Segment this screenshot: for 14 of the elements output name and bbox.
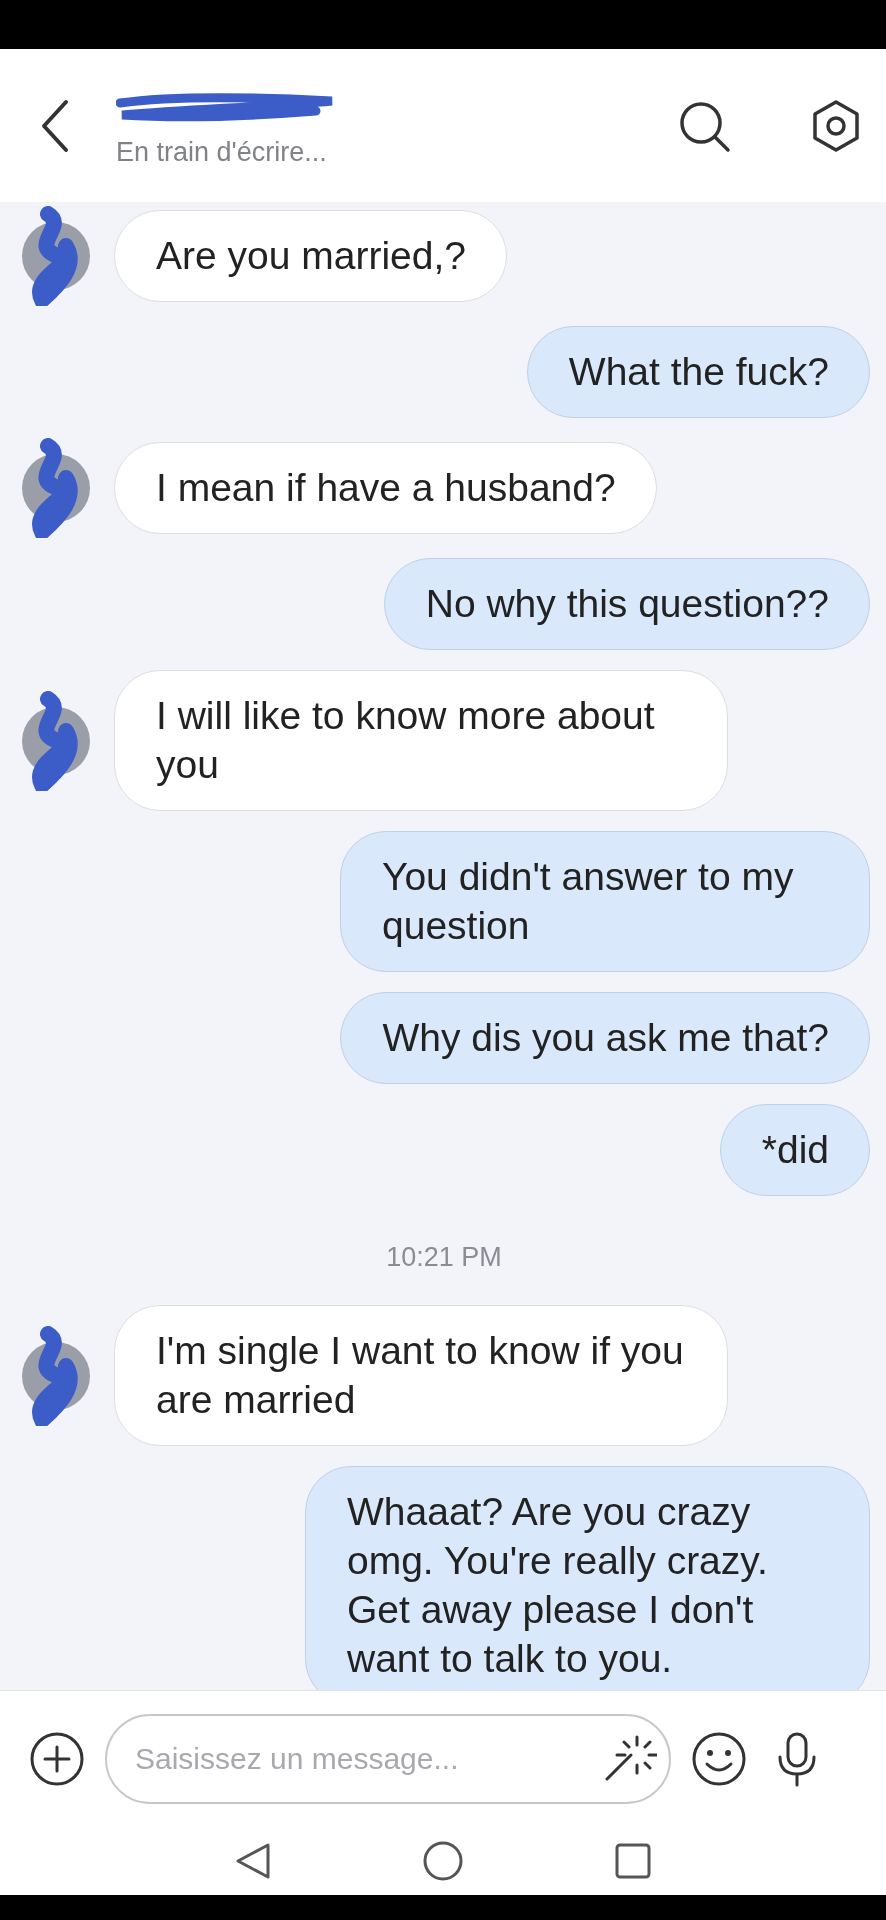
received-message: Are you married,? <box>114 210 507 302</box>
received-message: I'm single I want to know if you are married <box>114 1305 728 1446</box>
typing-status: En train d'écrire... <box>116 137 328 168</box>
home-nav-icon[interactable] <box>422 1840 464 1882</box>
sent-message: What the fuck? <box>526 326 870 418</box>
sent-message: Why dis you ask me that? <box>340 992 870 1084</box>
received-message: I will like to know more about you <box>114 670 728 811</box>
sent-message: You didn't answer to my question <box>340 831 870 972</box>
message-field[interactable]: Saisissez un message... <box>105 1714 671 1804</box>
sent-message: Whaaat? Are you crazy omg. You're really crazy. Get away please I don't want to talk to you. <box>305 1466 870 1690</box>
timestamp: 10:21 PM <box>386 1242 502 1273</box>
sent-message: *did <box>719 1104 870 1196</box>
received-message: I mean if have a husband? <box>114 442 657 534</box>
sent-message: No why this question?? <box>383 558 870 650</box>
